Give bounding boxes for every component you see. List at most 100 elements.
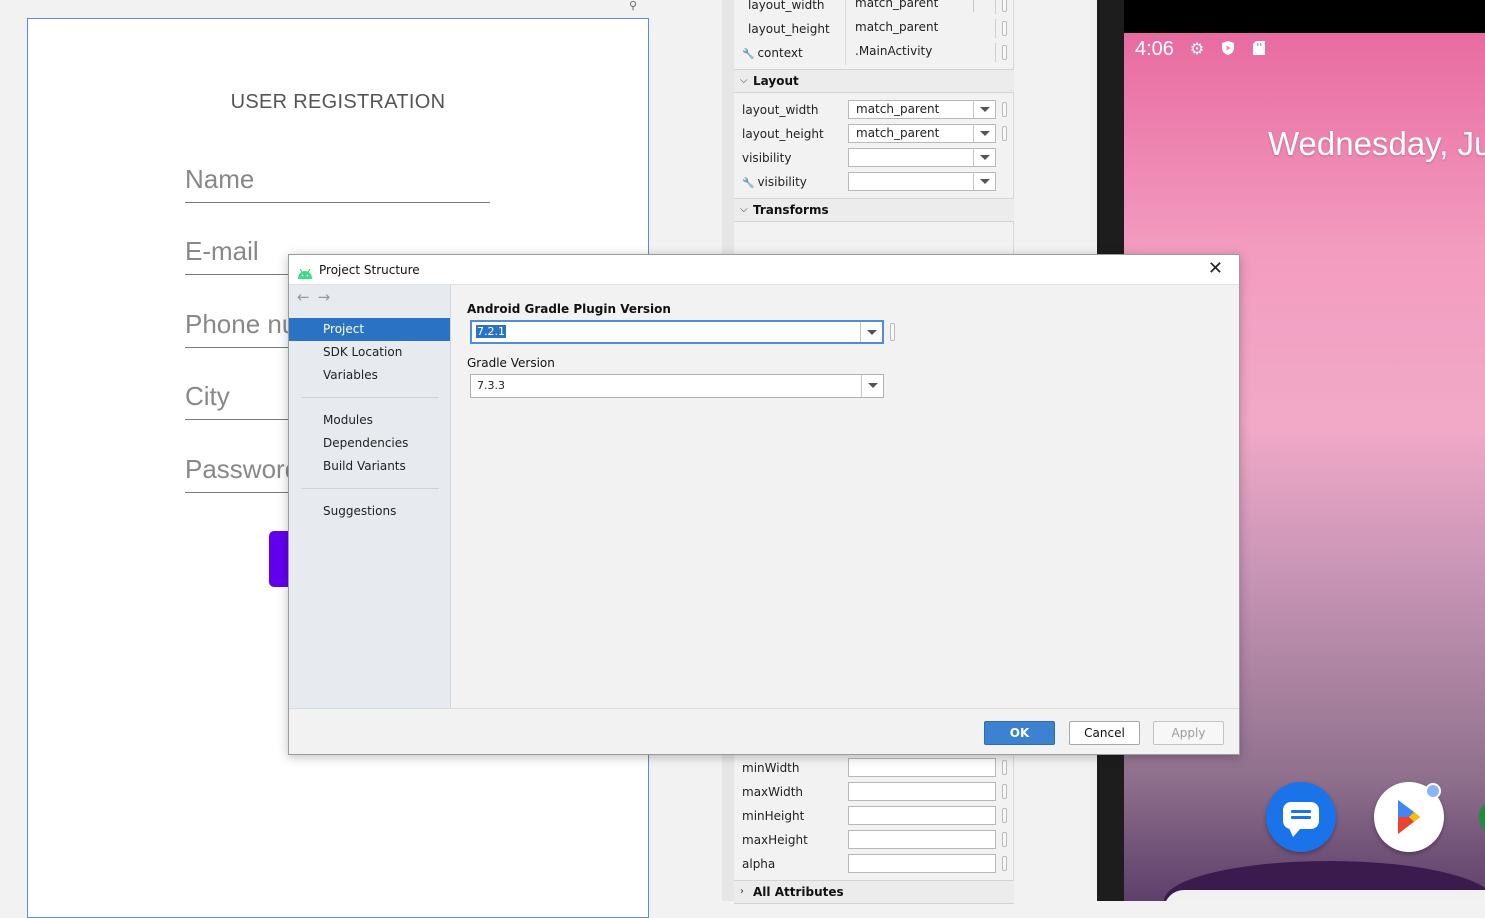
gear-icon: ⚙ (1189, 39, 1205, 58)
attr-reference-button[interactable] (1002, 856, 1007, 871)
dialog-sidebar: ←→ Project SDK Location Variables Module… (289, 285, 451, 708)
section-all-attributes[interactable]: › All Attributes (734, 880, 1014, 904)
messages-icon[interactable] (1266, 782, 1336, 852)
gradle-version-combobox[interactable]: 7.3.3 (470, 374, 884, 398)
dropdown-arrow-icon[interactable] (861, 375, 883, 397)
attr-label: alpha (742, 857, 776, 871)
agp-version-value: 7.2.1 (476, 325, 506, 338)
attr-value[interactable]: match_parent (848, 19, 996, 38)
sidebar-divider (301, 488, 439, 489)
status-time: 4:06 (1135, 38, 1174, 60)
attr-reference-button[interactable] (1002, 0, 1007, 12)
attr-reference-button[interactable] (1002, 832, 1007, 847)
attr-reference-button[interactable] (1002, 45, 1007, 60)
sidebar-item-project[interactable]: Project (289, 318, 450, 341)
app-icon[interactable] (1479, 797, 1485, 837)
attr-row-minheight[interactable]: minHeight (734, 804, 1014, 828)
cancel-button[interactable]: Cancel (1069, 721, 1140, 745)
bottom-sheet[interactable] (1164, 890, 1485, 901)
attr-input[interactable] (848, 830, 996, 849)
pin-icon[interactable]: ⚲ (629, 0, 641, 12)
attr-label: layout_width (742, 103, 819, 117)
attr-label: layout_width (748, 0, 825, 12)
attr-row-layout-height[interactable]: layout_height match_parent (734, 17, 1014, 41)
attr-label: maxHeight (742, 833, 808, 847)
dropdown-arrow-icon[interactable] (973, 173, 995, 190)
attr-input[interactable] (848, 782, 996, 801)
dropdown-arrow-icon[interactable] (973, 101, 995, 118)
dropdown-arrow-icon[interactable] (973, 125, 995, 142)
attr-label: visibility (742, 151, 792, 165)
attr-reference-button[interactable] (1002, 102, 1007, 117)
back-forward-arrows[interactable]: ←→ (297, 288, 338, 306)
agp-reference-button[interactable] (890, 323, 895, 341)
attr-value[interactable]: .MainActivity (848, 43, 996, 62)
dropdown-arrow-icon[interactable] (973, 149, 995, 166)
attr-reference-button[interactable] (1002, 784, 1007, 799)
attr-row-layout-width[interactable]: layout_width match_parent (734, 0, 1014, 17)
attr-label: minHeight (742, 809, 805, 823)
section-layout[interactable]: ⌵ Layout (734, 69, 1014, 93)
attr-combo[interactable] (848, 172, 996, 191)
attr-label: layout_height (748, 22, 830, 36)
attr-row-maxwidth[interactable]: maxWidth (734, 780, 1014, 804)
attr-value[interactable]: match_parent (848, 0, 996, 14)
attr-label: 🔧 visibility (742, 175, 807, 189)
attr-label: layout_height (742, 127, 824, 141)
dropdown-arrow-icon[interactable] (860, 322, 882, 342)
attr-label: maxWidth (742, 785, 804, 799)
sidebar-item-build-variants[interactable]: Build Variants (289, 455, 450, 478)
emulator-top-bar (1124, 0, 1485, 33)
sidebar-item-sdk-location[interactable]: SDK Location (289, 341, 450, 364)
attr-row-layout-height[interactable]: layout_height match_parent (734, 122, 1014, 146)
project-structure-dialog: Project Structure ✕ ←→ Project SDK Locat… (288, 254, 1240, 755)
section-transforms[interactable]: ⌵ Transforms (734, 198, 1014, 222)
attr-row-tools-visibility[interactable]: 🔧 visibility (734, 170, 1014, 194)
dialog-titlebar[interactable]: Project Structure ✕ (289, 255, 1239, 285)
agp-version-label: Android Gradle Plugin Version (467, 302, 671, 316)
gradle-version-label: Gradle Version (467, 356, 555, 370)
attr-row-alpha[interactable]: alpha (734, 852, 1014, 876)
android-icon (297, 264, 313, 279)
attr-row-layout-width[interactable]: layout_width match_parent (734, 98, 1014, 122)
dialog-title: Project Structure (319, 263, 420, 277)
attr-row-context[interactable]: 🔧 context .MainActivity (734, 41, 1014, 65)
sidebar-item-variables[interactable]: Variables (289, 364, 450, 387)
shield-play-icon (1219, 40, 1237, 58)
apply-button[interactable]: Apply (1153, 721, 1224, 745)
attr-reference-button[interactable] (1002, 808, 1007, 823)
sidebar-item-suggestions[interactable]: Suggestions (289, 500, 450, 523)
play-store-icon[interactable] (1374, 782, 1444, 852)
attr-combo[interactable] (848, 148, 996, 167)
attr-reference-button[interactable] (1002, 21, 1007, 36)
attr-label: minWidth (742, 761, 800, 775)
attr-input[interactable] (848, 758, 996, 777)
attr-label: 🔧 context (742, 46, 803, 60)
back-arrow-icon[interactable]: ← (297, 288, 318, 306)
ok-button[interactable]: OK (984, 721, 1055, 745)
dialog-content: Android Gradle Plugin Version 7.2.1 Grad… (452, 285, 1239, 708)
attr-row-minwidth[interactable]: minWidth (734, 756, 1014, 780)
notification-dot (1425, 783, 1441, 799)
attr-combo[interactable]: match_parent (848, 124, 996, 143)
attr-row-visibility[interactable]: visibility (734, 146, 1014, 170)
name-field[interactable]: Name (185, 159, 490, 203)
sidebar-item-dependencies[interactable]: Dependencies (289, 432, 450, 455)
dialog-footer: OK Cancel Apply (289, 708, 1239, 754)
wrench-icon: 🔧 (742, 178, 755, 189)
gradle-version-value: 7.3.3 (477, 379, 505, 392)
attr-row-maxheight[interactable]: maxHeight (734, 828, 1014, 852)
sidebar-divider (301, 397, 439, 398)
sidebar-item-modules[interactable]: Modules (289, 409, 450, 432)
chevron-right-icon: › (740, 886, 744, 897)
attr-combo[interactable]: match_parent (848, 100, 996, 119)
agp-version-combobox[interactable]: 7.2.1 (470, 320, 884, 344)
lockscreen-date: Wednesday, Ju (1268, 125, 1485, 162)
attr-input[interactable] (848, 854, 996, 873)
chevron-down-icon: ⌵ (740, 204, 748, 215)
close-icon[interactable]: ✕ (1208, 259, 1223, 279)
attr-reference-button[interactable] (1002, 760, 1007, 775)
attr-input[interactable] (848, 806, 996, 825)
attr-reference-button[interactable] (1002, 126, 1007, 141)
forward-arrow-icon[interactable]: → (318, 288, 339, 306)
